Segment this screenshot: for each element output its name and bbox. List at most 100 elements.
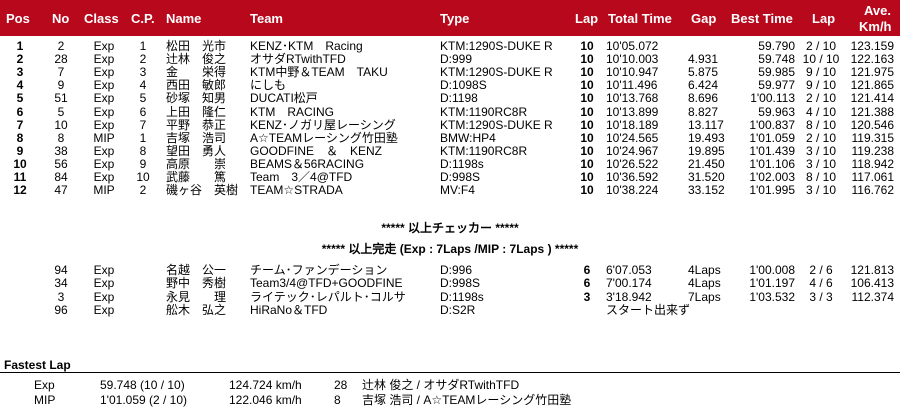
cell-rider-name: 西田 敏郎 bbox=[166, 78, 227, 93]
cell-best-lap: 4 / 10 bbox=[805, 104, 837, 119]
cell-average-speed: 123.159 bbox=[850, 39, 894, 53]
cell-average-speed: 119.238 bbox=[851, 143, 895, 158]
header-ave: Ave. bbox=[864, 3, 891, 18]
cell-machine-type: D:1098S bbox=[440, 78, 487, 93]
checker-note: ***** 以上チェッカー ***** bbox=[381, 221, 519, 235]
cell-number: 8 bbox=[57, 130, 65, 145]
cell-rider-name: 高原 崇 bbox=[166, 156, 227, 171]
cell-best-time: 1'01.059 bbox=[749, 130, 795, 145]
cell-class: Exp bbox=[93, 303, 115, 318]
cell-number: 96 bbox=[54, 303, 68, 318]
cell-laps: 10 bbox=[580, 170, 594, 184]
table-row: 34 Exp 野中 秀樹 Team3/4@TFD+GOODFINE D:998S 6 7'0… bbox=[0, 276, 900, 290]
cell-average-speed: 118.942 bbox=[851, 156, 895, 171]
cell-best-lap: 3 / 3 bbox=[809, 289, 833, 304]
cell-total-time: 10'11.496 bbox=[606, 78, 658, 93]
fastest-lap-title: Fastest Lap bbox=[4, 358, 71, 372]
cell-best-time: 1'00.837 bbox=[749, 117, 795, 132]
table-row: 2 28 Exp 2 辻林 俊之 オサダRTwithTFD D:999 10 10'10.003… bbox=[0, 52, 900, 66]
cell-class-position: 8 bbox=[139, 143, 147, 158]
cell-pos: 7 bbox=[16, 117, 24, 132]
cell-average-speed: 121.813 bbox=[850, 263, 894, 277]
cell-machine-type: D:998S bbox=[440, 170, 481, 184]
cell-pos: 8 bbox=[16, 130, 24, 145]
cell-number: 51 bbox=[54, 91, 68, 106]
cell-average-speed: 121.975 bbox=[850, 65, 894, 80]
cell-total-time: 10'36.592 bbox=[606, 170, 659, 184]
cell-total-time: 10'24.967 bbox=[606, 143, 659, 158]
fastest-speed: 122.046 km/h bbox=[229, 393, 302, 407]
cell-machine-type: KTM:1190RC8R bbox=[440, 143, 528, 158]
cell-pos: 11 bbox=[13, 170, 27, 184]
cell-class-position: 2 bbox=[139, 183, 147, 198]
cell-team: Team 3／4@TFD bbox=[250, 170, 353, 184]
cell-best-lap: 3 / 10 bbox=[805, 183, 837, 198]
cell-machine-type: D:998S bbox=[440, 276, 481, 291]
header-no: No bbox=[52, 11, 70, 26]
cell-class: Exp bbox=[93, 143, 115, 158]
cell-total-time: 10'10.003 bbox=[606, 52, 659, 67]
cell-pos: 3 bbox=[16, 65, 24, 80]
cell-pos: 10 bbox=[13, 156, 27, 171]
cell-total-time: 7'00.174 bbox=[606, 276, 652, 291]
cell-machine-type: D:996 bbox=[440, 263, 473, 277]
cell-best-lap: 2 / 6 bbox=[809, 263, 833, 277]
cell-best-time: 1'02.003 bbox=[749, 170, 795, 184]
cell-number: 56 bbox=[54, 156, 68, 171]
cell-machine-type: D:1198s bbox=[440, 156, 484, 171]
cell-rider-name: 舩木 弘之 bbox=[166, 303, 227, 318]
cell-average-speed: 121.388 bbox=[850, 104, 894, 119]
cell-rider-name: 松田 光市 bbox=[166, 39, 227, 53]
header-lap: Lap bbox=[575, 11, 599, 26]
table-row: 10 56 Exp 9 高原 崇 BEAMS＆56RACING D:1198s 10 10'26… bbox=[0, 157, 900, 171]
cell-laps: 6 bbox=[583, 263, 591, 277]
cell-pos: 4 bbox=[16, 78, 24, 93]
fastest-speed: 124.724 km/h bbox=[229, 378, 302, 392]
cell-number: 7 bbox=[57, 65, 65, 80]
cell-class-position: 3 bbox=[139, 65, 147, 80]
table-row: 3 Exp 永見 理ライテック･レパルト･コルサ D:1198s 3 3'18.942 7L… bbox=[0, 290, 900, 304]
table-row: 12 47 MIP 2 磯ヶ谷 英樹 TEAM☆STRADA MV:F4 10 10'38.22… bbox=[0, 183, 900, 197]
cell-class-position: 4 bbox=[139, 78, 147, 93]
cell-total-time: 6'07.053 bbox=[606, 263, 652, 277]
cell-laps: 10 bbox=[580, 104, 594, 119]
cell-team: チーム･ファンデーション bbox=[250, 263, 388, 277]
cell-class: Exp bbox=[93, 170, 115, 184]
cell-team: GOODFINE ＆ KENZ bbox=[250, 143, 383, 158]
fastest-time: 1'01.059 (2 / 10) bbox=[100, 393, 188, 407]
cell-team: HiRaNo＆TFD bbox=[250, 303, 328, 318]
cell-class: Exp bbox=[93, 91, 115, 106]
cell-class: Exp bbox=[93, 39, 115, 53]
cell-average-speed: 116.762 bbox=[851, 183, 895, 198]
cell-class: Exp bbox=[93, 263, 115, 277]
table-row: 96 Exp 舩木 弘之 HiRaNo＆TFD D:S2R スタート出来ず bbox=[0, 303, 900, 317]
cell-best-time: 1'00.113 bbox=[750, 91, 795, 106]
table-row: 1 2 Exp 1 松田 光市 KENZ･KTM Racing KTM:1290S-DUKE… bbox=[0, 39, 900, 53]
cell-class-position: 5 bbox=[139, 91, 147, 106]
table-row: 6 5 Exp 6 上田 隆仁 KTM RACING KTM:1190RC8R 10 10'13… bbox=[0, 105, 900, 119]
cell-total-time: 3'18.942 bbox=[606, 289, 652, 304]
cell-laps: 10 bbox=[580, 117, 594, 132]
cell-pos: 6 bbox=[16, 104, 24, 119]
header-total-time: Total Time bbox=[608, 11, 672, 26]
cell-number: 10 bbox=[54, 117, 68, 132]
cell-total-time: 10'10.947 bbox=[606, 65, 659, 80]
cell-machine-type: BMW:HP4 bbox=[440, 130, 496, 145]
cell-machine-type: KTM:1290S-DUKE R bbox=[440, 39, 553, 53]
fastest-class: Exp bbox=[34, 378, 55, 392]
cell-total-time: 10'38.224 bbox=[606, 183, 659, 198]
cell-laps: 10 bbox=[580, 78, 594, 93]
cell-team: TEAM☆STRADA bbox=[250, 183, 343, 198]
cell-average-speed: 112.374 bbox=[851, 289, 895, 304]
cell-best-lap: 9 / 10 bbox=[805, 78, 837, 93]
cell-rider-name: 上田 隆仁 bbox=[166, 104, 227, 119]
cell-total-time: 10'18.189 bbox=[606, 117, 659, 132]
cell-number: 47 bbox=[54, 183, 68, 198]
cell-number: 9 bbox=[57, 78, 65, 93]
header-pos: Pos bbox=[6, 11, 30, 26]
cell-class-position: 6 bbox=[139, 104, 147, 119]
cell-rider-name: 永見 理 bbox=[166, 289, 227, 304]
cell-laps: 10 bbox=[580, 130, 594, 145]
cell-total-time: 10'24.565 bbox=[606, 130, 659, 145]
cell-pos: 9 bbox=[16, 143, 24, 158]
